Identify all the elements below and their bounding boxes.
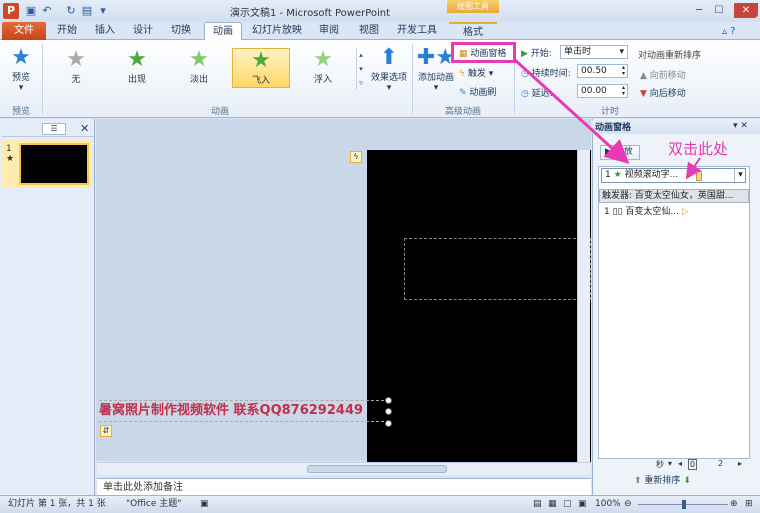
zoom-in-icon[interactable]: ⊕ — [730, 496, 738, 513]
slide-count: 幻灯片 第 1 张，共 1 张 — [8, 499, 106, 509]
zoom-out-icon[interactable]: ⊖ — [624, 496, 632, 513]
language-icon[interactable]: ▣ — [200, 496, 209, 513]
slideshow-view-icon[interactable]: ▣ — [578, 496, 587, 513]
normal-view-icon[interactable]: ▤ — [533, 496, 542, 513]
annotation-arrows — [513, 58, 702, 180]
arrow-to-item — [513, 58, 630, 165]
zoom-slider-thumb[interactable] — [682, 500, 686, 509]
sorter-view-icon[interactable]: ▦ — [548, 496, 557, 513]
reading-view-icon[interactable]: ▢ — [563, 496, 572, 513]
fit-window-icon[interactable]: ⊞ — [745, 496, 753, 513]
zoom-level[interactable]: 100% — [595, 496, 621, 513]
status-bar: 幻灯片 第 1 张，共 1 张 "Office 主题" ▣ ▤ ▦ ▢ ▣ 10… — [0, 495, 760, 513]
arrow-double-click — [685, 157, 702, 180]
theme-name: "Office 主题" — [126, 499, 182, 509]
